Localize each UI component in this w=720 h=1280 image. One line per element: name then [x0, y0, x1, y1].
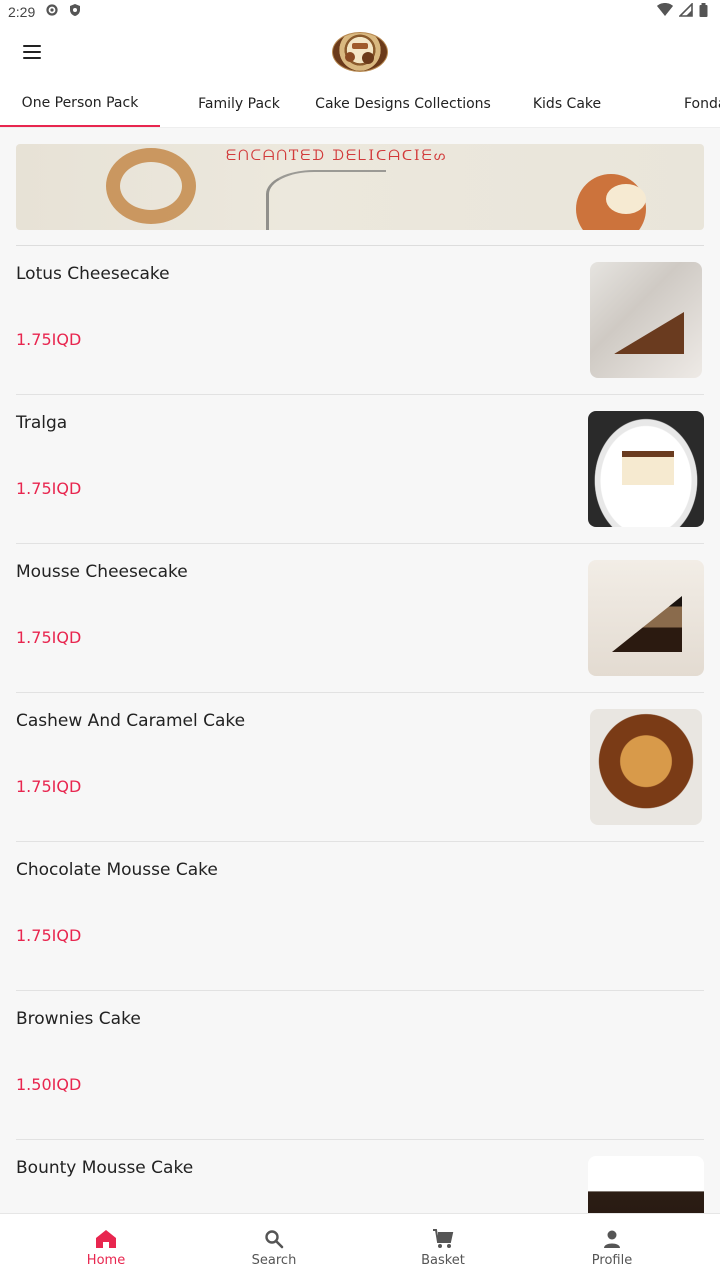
nav-label: Search [251, 1253, 297, 1268]
tab-cake-designs-collections[interactable]: Cake Designs Collections [315, 80, 491, 127]
product-item-mousse-cheesecake[interactable]: Mousse Cheesecake 1.75IQD [16, 544, 704, 693]
status-time: 2:29 [8, 4, 36, 20]
hamburger-menu-icon[interactable] [14, 36, 50, 68]
product-price: 1.75IQD [16, 777, 82, 796]
product-price: 1.75IQD [16, 330, 82, 349]
product-name: Lotus Cheesecake [16, 264, 170, 284]
product-item-chocolate-mousse-cake[interactable]: Chocolate Mousse Cake 1.75IQD [16, 842, 704, 991]
product-price: 1.75IQD [16, 479, 82, 498]
tab-kids-cake[interactable]: Kids Cake [488, 80, 646, 127]
product-price: 1.75IQD [16, 926, 82, 945]
shield-icon [69, 3, 81, 22]
nav-search[interactable]: Search [214, 1214, 334, 1280]
product-item-lotus-cheesecake[interactable]: Lotus Cheesecake 1.75IQD [16, 246, 704, 395]
home-icon [94, 1227, 118, 1251]
bottom-navigation: Home Search Basket Profile [0, 1213, 720, 1280]
product-image [590, 262, 702, 378]
status-icons-left [45, 3, 81, 22]
product-name: Brownies Cake [16, 1009, 141, 1029]
cream-illustration [606, 184, 646, 214]
sketch-illustration [266, 170, 386, 230]
nav-label: Home [86, 1253, 126, 1268]
tab-family-pack[interactable]: Family Pack [160, 80, 318, 127]
category-tabs: One Person Pack Family Pack Cake Designs… [0, 80, 720, 128]
cake-slice-graphic [612, 596, 682, 652]
cake-slice-graphic [622, 451, 674, 485]
promo-banner[interactable]: ᗴᑎᑕᗩᑎTᗴᗪ ᗪᗴᒪIᑕᗩᑕIᗴᔕ [16, 144, 704, 230]
product-image [588, 411, 704, 527]
tab-fondant[interactable]: Fondar [646, 80, 720, 127]
search-icon [262, 1227, 286, 1251]
nav-profile[interactable]: Profile [552, 1214, 672, 1280]
nav-label: Basket [421, 1253, 465, 1268]
cart-icon [431, 1227, 455, 1251]
product-price: 1.50IQD [16, 1075, 82, 1094]
status-bar: 2:29 [0, 0, 720, 24]
nav-basket[interactable]: Basket [383, 1214, 503, 1280]
bakery-logo [332, 32, 388, 72]
product-name: Chocolate Mousse Cake [16, 860, 218, 880]
battery-icon [699, 2, 708, 22]
pretzel-illustration [106, 148, 196, 224]
product-name: Bounty Mousse Cake [16, 1158, 194, 1178]
signal-icon [678, 1, 693, 22]
product-item-tralga[interactable]: Tralga 1.75IQD [16, 395, 704, 544]
app-bar [0, 24, 720, 80]
status-icons-right [657, 1, 708, 22]
product-name: Cashew And Caramel Cake [16, 711, 246, 731]
product-name: Mousse Cheesecake [16, 562, 188, 582]
wifi-icon [657, 2, 673, 22]
nav-home[interactable]: Home [46, 1214, 166, 1280]
tab-one-person-pack[interactable]: One Person Pack [0, 80, 160, 127]
logo-emblem-icon [345, 43, 374, 64]
profile-icon [600, 1227, 624, 1251]
cake-slice-graphic [614, 312, 684, 354]
product-image [590, 709, 702, 825]
product-price: 1.75IQD [16, 628, 82, 647]
banner-text: ᗴᑎᑕᗩᑎTᗴᗪ ᗪᗴᒪIᑕᗩᑕIᗴᔕ [226, 148, 448, 164]
nav-label: Profile [591, 1253, 633, 1268]
gear-icon [45, 3, 59, 22]
product-item-cashew-caramel-cake[interactable]: Cashew And Caramel Cake 1.75IQD [16, 693, 704, 842]
product-image [588, 560, 704, 676]
product-item-brownies-cake[interactable]: Brownies Cake 1.50IQD [16, 991, 704, 1140]
product-name: Tralga [16, 413, 68, 433]
